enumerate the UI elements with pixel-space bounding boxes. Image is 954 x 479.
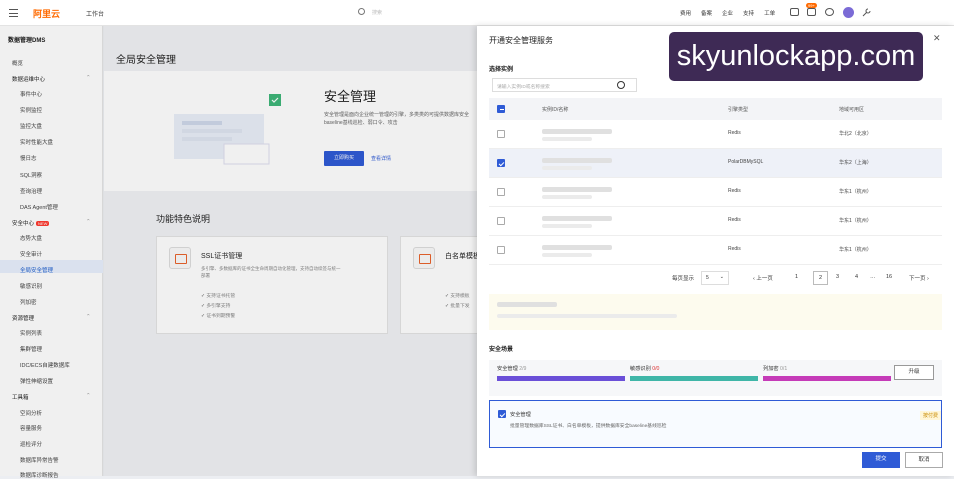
- region-zone: 华东1（杭州）: [839, 247, 872, 253]
- message-icon[interactable]: [790, 8, 799, 16]
- select-instance-label: 选择实例: [489, 67, 514, 73]
- pagination: 每页显示 5 ⌄ ‹ 上一页 1 2 3 4 … 16 下一页 ›: [489, 270, 942, 290]
- redacted-text: [497, 314, 677, 318]
- page-1[interactable]: 1: [795, 274, 798, 280]
- redacted-instance-name: [542, 137, 592, 141]
- close-icon[interactable]: ✕: [933, 33, 941, 44]
- scene-security-label: 安全管理 2/9: [497, 366, 527, 372]
- top-link-icp[interactable]: 备案: [701, 9, 712, 17]
- drawer-title: 开通安全管理服务: [489, 36, 553, 45]
- table-header: 实例ID/名称 引擎类型 地域可用区: [489, 98, 942, 120]
- engine-type: Redis: [728, 217, 741, 223]
- page-ellipsis: …: [870, 274, 876, 280]
- table-row[interactable]: Redis 华东1（杭州）: [489, 207, 942, 236]
- submit-button[interactable]: 提交: [862, 452, 900, 468]
- region-zone: 华东1（杭州）: [839, 218, 872, 224]
- redacted-instance-name: [542, 224, 592, 228]
- security-scenes: 安全管理 2/9 敏感识别 0/0 列加密 0/1 升级: [489, 360, 942, 396]
- top-links: 费用 备案 企业 支持 工单: [680, 9, 775, 17]
- engine-type: Redis: [728, 188, 741, 194]
- region-zone: 华东2（上海）: [839, 160, 872, 166]
- column-header-engine: 引擎类型: [728, 107, 749, 113]
- engine-type: PolarDBMySQL: [728, 159, 764, 165]
- top-link-ticket[interactable]: 工单: [764, 9, 775, 17]
- redacted-instance-id: [542, 216, 612, 221]
- top-link-fee[interactable]: 费用: [680, 9, 691, 17]
- table-row[interactable]: Redis 华东1（杭州）: [489, 178, 942, 207]
- redacted-instance-name: [542, 166, 592, 170]
- prev-page-button[interactable]: ‹ 上一页: [753, 274, 773, 282]
- page-size-value: 5: [706, 275, 709, 281]
- row-checkbox[interactable]: [497, 246, 505, 254]
- page-4[interactable]: 4: [855, 274, 858, 280]
- top-link-enterprise[interactable]: 企业: [722, 9, 733, 17]
- engine-type: Redis: [728, 246, 741, 252]
- instance-search-input[interactable]: 请输入实例ID或名称搜索: [492, 78, 637, 92]
- table-row[interactable]: PolarDBMySQL 华东2（上海）: [489, 149, 942, 178]
- redacted-instance-id: [542, 245, 612, 250]
- region-zone: 华东1（杭州）: [839, 189, 872, 195]
- prev-page-label: 上一页: [756, 276, 773, 282]
- next-page-label: 下一页: [909, 276, 926, 282]
- row-checkbox[interactable]: [497, 217, 505, 225]
- select-all-checkbox[interactable]: [497, 105, 505, 113]
- modal-overlay[interactable]: [0, 26, 477, 476]
- security-scene-label: 安全场景: [489, 347, 514, 353]
- redacted-instance-id: [542, 187, 612, 192]
- page-size-label: 每页显示: [672, 276, 695, 282]
- notification-icon[interactable]: [807, 8, 816, 16]
- redacted-instance-id: [542, 129, 612, 134]
- scene-sensitive-label: 敏感识别 0/0: [630, 366, 660, 372]
- column-header-instance: 实例ID/名称: [542, 107, 569, 113]
- workbench-link[interactable]: 工作台: [86, 9, 104, 18]
- next-page-button[interactable]: 下一页 ›: [909, 274, 929, 282]
- picked-scene-checkbox[interactable]: [498, 410, 506, 418]
- scene-sensitive-bar: [630, 376, 758, 381]
- aliyun-logo[interactable]: 阿里云: [33, 7, 60, 20]
- row-checkbox[interactable]: [497, 188, 505, 196]
- picked-scene-card[interactable]: 安全管理 按付费 批量管理数据库SSL证书、白名单模板，提供数据库安全basel…: [489, 400, 942, 448]
- top-link-support[interactable]: 支持: [743, 9, 754, 17]
- page-16[interactable]: 16: [886, 274, 892, 280]
- billing-tag: 按付费: [920, 411, 941, 420]
- scene-security-bar: [497, 376, 625, 381]
- global-search-input[interactable]: 搜索: [372, 9, 382, 16]
- page-3[interactable]: 3: [836, 274, 839, 280]
- engine-type: Redis: [728, 130, 741, 136]
- row-checkbox[interactable]: [497, 130, 505, 138]
- notification-badge: 99+: [806, 3, 817, 8]
- menu-icon[interactable]: [9, 9, 18, 17]
- redacted-instance-name: [542, 195, 592, 199]
- page-2-current[interactable]: 2: [813, 271, 828, 285]
- region-zone: 华北2（北京）: [839, 131, 872, 137]
- column-header-region: 地域可用区: [839, 107, 865, 113]
- redacted-instance-id: [542, 158, 612, 163]
- scene-encrypt-bar: [763, 376, 891, 381]
- help-icon[interactable]: [825, 8, 834, 16]
- table-row[interactable]: Redis 华东1（杭州）: [489, 236, 942, 265]
- tool-icon[interactable]: [862, 8, 871, 17]
- cancel-button[interactable]: 取消: [905, 452, 943, 468]
- scene-encrypt-label: 列加密 0/1: [763, 366, 788, 372]
- info-notice: [489, 294, 942, 330]
- chevron-down-icon: ⌄: [719, 274, 724, 280]
- search-icon[interactable]: [617, 81, 625, 89]
- picked-scene-title: 安全管理: [510, 412, 531, 418]
- avatar[interactable]: [843, 7, 854, 18]
- table-row[interactable]: Redis 华北2（北京）: [489, 120, 942, 149]
- watermark-banner: skyunlockapp.com: [669, 32, 923, 81]
- upgrade-button[interactable]: 升级: [894, 365, 934, 380]
- redacted-instance-name: [542, 253, 592, 257]
- picked-scene-description: 批量管理数据库SSL证书、白名单模板，提供数据库安全baseline基线巡检: [510, 424, 667, 429]
- top-bar: 阿里云 工作台 搜索 费用 备案 企业 支持 工单 99+: [0, 0, 954, 26]
- search-icon[interactable]: [358, 8, 365, 15]
- redacted-text: [497, 302, 557, 307]
- row-checkbox[interactable]: [497, 159, 505, 167]
- enable-security-drawer: 开通安全管理服务 ✕ 选择实例 请输入实例ID或名称搜索 实例ID/名称 引擎类…: [477, 26, 954, 476]
- page-size-select[interactable]: 5 ⌄: [701, 271, 729, 285]
